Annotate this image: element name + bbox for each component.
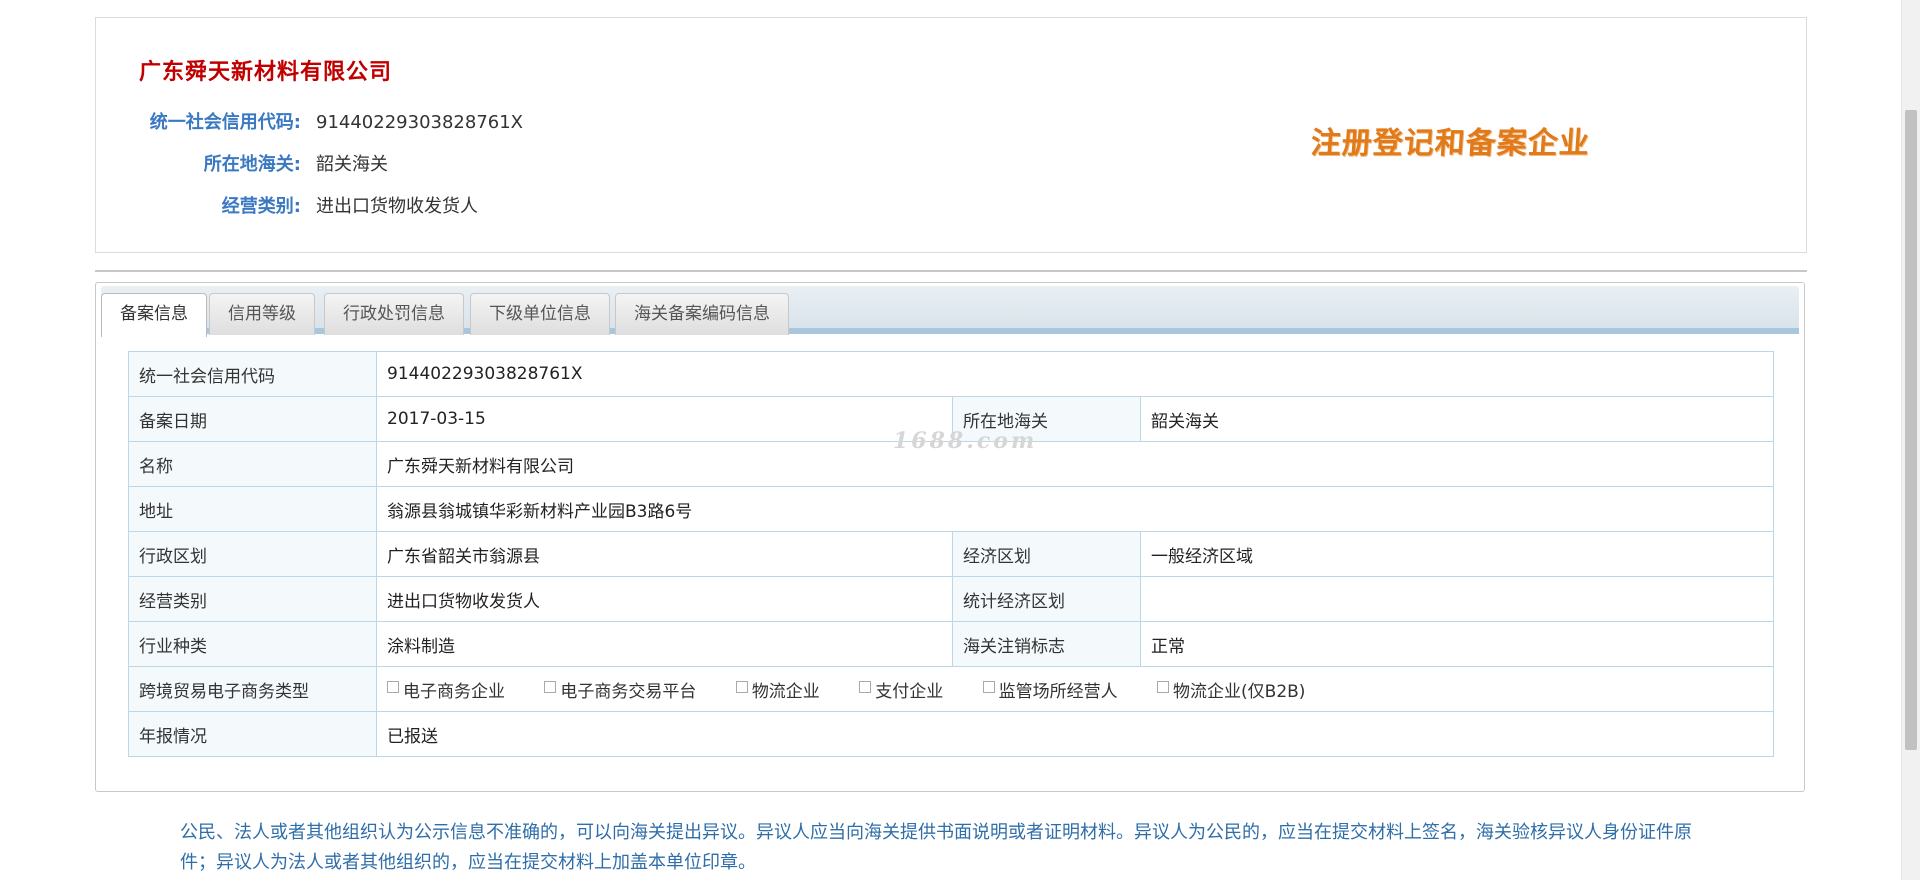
econ-region-label: 经济区划	[952, 531, 1141, 577]
annual-report-value: 已报送	[376, 711, 1774, 757]
site-watermark: 1688.com	[893, 428, 1038, 454]
ecommerce-type-label: 跨境贸易电子商务类型	[128, 666, 377, 712]
ecommerce-option[interactable]: 电子商务交易平台	[544, 677, 696, 702]
business-type-value: 进出口货物收发货人	[376, 576, 953, 622]
company-name: 广东舜天新材料有限公司	[139, 60, 393, 85]
econ-region-value: 一般经济区域	[1140, 531, 1774, 577]
cancel-flag-label: 海关注销标志	[952, 621, 1141, 667]
address-label: 地址	[128, 486, 377, 532]
tab-customs-code-info[interactable]: 海关备案编码信息	[615, 293, 789, 335]
tab-bar: 备案信息 信用等级 行政处罚信息 下级单位信息 海关备案编码信息	[101, 286, 1799, 337]
tab-credit-rating[interactable]: 信用等级	[209, 293, 315, 335]
customs-value: 韶关海关	[1140, 396, 1774, 442]
business-type-value: 进出口货物收发货人	[316, 196, 478, 217]
ecommerce-option[interactable]: 电子商务企业	[387, 677, 505, 702]
credit-code-value: 91440229303828761X	[316, 112, 524, 133]
industry-value: 涂料制造	[376, 621, 953, 667]
tab-panel: 备案信息 信用等级 行政处罚信息 下级单位信息 海关备案编码信息 统一社会信用代…	[95, 282, 1805, 792]
registration-status-stamp: 注册登记和备案企业	[1309, 126, 1591, 161]
annual-report-label: 年报情况	[128, 711, 377, 757]
name-label: 名称	[128, 441, 377, 487]
tab-penalty-info[interactable]: 行政处罚信息	[324, 293, 464, 335]
checkbox[interactable]	[982, 680, 995, 693]
objection-notice: 公民、法人或者其他组织认为公示信息不准确的，可以向海关提出异议。异议人应当向海关…	[180, 822, 1692, 873]
table-row: 行业种类 涂料制造 海关注销标志 正常	[128, 621, 1774, 667]
business-type-row: 经营类别: 进出口货物收发货人	[96, 194, 896, 220]
customs-value: 韶关海关	[316, 154, 388, 175]
credit-code-row: 统一社会信用代码: 91440229303828761X	[96, 110, 896, 136]
ecommerce-option[interactable]: 物流企业	[735, 677, 820, 702]
tab-subordinate-units[interactable]: 下级单位信息	[470, 293, 610, 335]
scrollbar-thumb[interactable]	[1905, 110, 1917, 750]
checkbox[interactable]	[735, 680, 748, 693]
stat-region-value	[1140, 576, 1774, 622]
vertical-scrollbar[interactable]	[1901, 0, 1920, 880]
section-divider	[95, 270, 1807, 272]
name-value: 广东舜天新材料有限公司	[376, 441, 1774, 487]
table-row: 统一社会信用代码 91440229303828761X	[128, 351, 1774, 397]
admin-region-label: 行政区划	[128, 531, 377, 577]
record-date-value: 2017-03-15	[376, 396, 953, 442]
company-summary-card: 广东舜天新材料有限公司 统一社会信用代码: 91440229303828761X…	[95, 17, 1807, 253]
record-date-label: 备案日期	[128, 396, 377, 442]
customs-label: 所在地海关:	[203, 154, 301, 175]
checkbox[interactable]	[859, 680, 872, 693]
table-row: 经营类别 进出口货物收发货人 统计经济区划	[128, 576, 1774, 622]
address-value: 翁源县翁城镇华彩新材料产业园B3路6号	[376, 486, 1774, 532]
credit-code-value: 91440229303828761X	[376, 351, 1774, 397]
credit-code-label: 统一社会信用代码	[128, 351, 377, 397]
business-type-label: 经营类别	[128, 576, 377, 622]
ecommerce-option[interactable]: 监管场所经营人	[982, 677, 1118, 702]
industry-label: 行业种类	[128, 621, 377, 667]
table-row: 年报情况 已报送	[128, 711, 1774, 757]
cancel-flag-value: 正常	[1140, 621, 1774, 667]
checkbox[interactable]	[1157, 680, 1170, 693]
table-row: 地址 翁源县翁城镇华彩新材料产业园B3路6号	[128, 486, 1774, 532]
admin-region-value: 广东省韶关市翁源县	[376, 531, 953, 577]
stat-region-label: 统计经济区划	[952, 576, 1141, 622]
ecommerce-type-options: 电子商务企业 电子商务交易平台 物流企业 支付企业 监管场所经营人 物流企业(仅…	[376, 666, 1774, 712]
business-type-label: 经营类别:	[221, 196, 301, 217]
customs-row: 所在地海关: 韶关海关	[96, 152, 896, 178]
credit-code-label: 统一社会信用代码:	[149, 112, 301, 133]
table-row: 行政区划 广东省韶关市翁源县 经济区划 一般经济区域	[128, 531, 1774, 577]
checkbox[interactable]	[544, 680, 557, 693]
tab-record-info[interactable]: 备案信息	[101, 293, 207, 337]
ecommerce-option[interactable]: 物流企业(仅B2B)	[1157, 677, 1305, 702]
table-row: 跨境贸易电子商务类型 电子商务企业 电子商务交易平台 物流企业 支付企业 监管场…	[128, 666, 1774, 712]
record-info-table: 统一社会信用代码 91440229303828761X 备案日期 2017-03…	[128, 351, 1774, 757]
checkbox[interactable]	[387, 680, 399, 693]
ecommerce-option[interactable]: 支付企业	[859, 677, 943, 702]
